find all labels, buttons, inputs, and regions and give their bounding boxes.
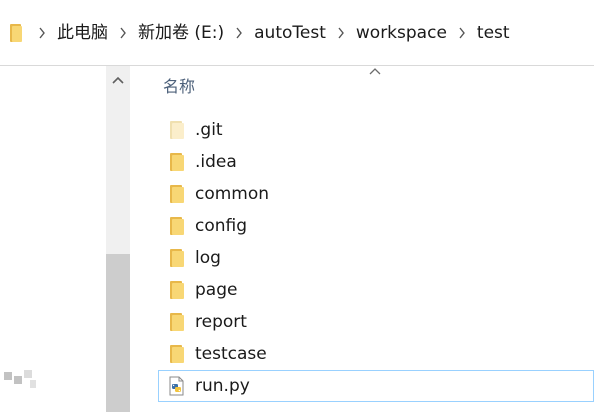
blurred-nav-item: [0, 368, 40, 390]
folder-icon: [8, 14, 24, 52]
chevron-right-icon[interactable]: [450, 14, 474, 52]
list-item-config[interactable]: config: [158, 210, 594, 242]
folder-icon: [167, 216, 187, 236]
file-name: log: [195, 248, 221, 268]
folder-icon: [167, 184, 187, 204]
list-item-page[interactable]: page: [158, 274, 594, 306]
breadcrumb: 此电脑 新加卷 (E:) autoTest workspace test: [8, 14, 513, 52]
python-file-icon: [167, 376, 187, 396]
file-name: testcase: [195, 344, 267, 364]
list-item-run-py[interactable]: run.py: [158, 370, 594, 402]
breadcrumb-item-this-pc[interactable]: 此电脑: [54, 14, 111, 52]
chevron-right-icon[interactable]: [227, 14, 251, 52]
chevron-right-icon[interactable]: [30, 14, 54, 52]
list-item-common[interactable]: common: [158, 178, 594, 210]
breadcrumb-item-workspace[interactable]: workspace: [353, 14, 450, 52]
sort-ascending-icon: [369, 68, 381, 75]
chevron-right-icon[interactable]: [329, 14, 353, 52]
navigation-pane[interactable]: [0, 66, 106, 412]
address-bar[interactable]: 此电脑 新加卷 (E:) autoTest workspace test: [0, 0, 594, 66]
folder-icon: [167, 344, 187, 364]
column-header-name[interactable]: 名称: [163, 76, 195, 98]
file-name: report: [195, 312, 247, 332]
list-item-git[interactable]: .git: [158, 114, 594, 146]
scrollbar-thumb[interactable]: [106, 254, 130, 412]
list-item-report[interactable]: report: [158, 306, 594, 338]
chevron-right-icon[interactable]: [111, 14, 135, 52]
folder-icon: [167, 280, 187, 300]
file-name: .git: [195, 120, 223, 140]
scroll-up-button[interactable]: [106, 66, 130, 94]
breadcrumb-item-drive[interactable]: 新加卷 (E:): [135, 14, 227, 52]
folder-icon: [167, 152, 187, 172]
folder-icon: [167, 120, 187, 140]
file-name: page: [195, 280, 238, 300]
list-item-testcase[interactable]: testcase: [158, 338, 594, 370]
file-name: run.py: [195, 376, 250, 396]
file-name: config: [195, 216, 248, 236]
file-name: common: [195, 184, 270, 204]
chevron-up-icon: [112, 76, 124, 84]
nav-scrollbar[interactable]: [106, 66, 130, 412]
breadcrumb-item-autotest[interactable]: autoTest: [251, 14, 329, 52]
file-name: .idea: [195, 152, 237, 172]
list-item-log[interactable]: log: [158, 242, 594, 274]
list-item-idea[interactable]: .idea: [158, 146, 594, 178]
breadcrumb-item-test[interactable]: test: [474, 14, 513, 52]
folder-icon: [167, 312, 187, 332]
file-list-pane[interactable]: 名称 .git .idea common config log page rep…: [130, 66, 594, 412]
folder-icon: [167, 248, 187, 268]
file-list: .git .idea common config log page report…: [158, 114, 594, 402]
